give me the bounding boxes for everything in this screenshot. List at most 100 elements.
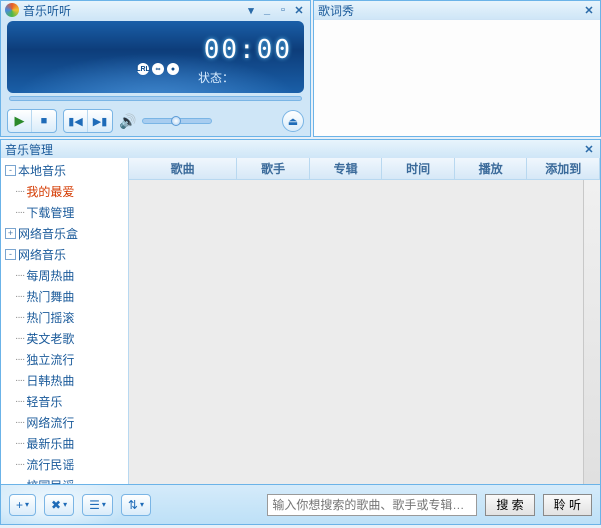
tree-connector-icon: ···· <box>15 333 24 344</box>
tree-connector-icon: ···· <box>15 375 24 386</box>
tree-connector-icon: ···· <box>15 417 24 428</box>
lyrics-body <box>314 19 600 136</box>
tree-connector-icon: ···· <box>15 312 24 323</box>
tree-connector-icon: ···· <box>15 207 24 218</box>
tree-child-label: 独立流行 <box>26 351 74 368</box>
delete-button[interactable]: ✖▾ <box>44 494 74 516</box>
lyrics-panel: 歌词秀 ✕ <box>313 0 601 137</box>
tree-label: 网络音乐 <box>18 246 66 263</box>
tree-child[interactable]: ····每周热曲 <box>1 265 128 286</box>
search-button[interactable]: 搜 索 <box>485 494 534 516</box>
tree-connector-icon: ···· <box>15 186 24 197</box>
tree-connector-icon: ···· <box>15 459 24 470</box>
collapse-icon[interactable]: - <box>5 165 16 176</box>
tree-child[interactable]: ····我的最爱 <box>1 181 128 202</box>
tree-child[interactable]: ····独立流行 <box>1 349 128 370</box>
tree-child[interactable]: ····日韩热曲 <box>1 370 128 391</box>
progress-bar[interactable] <box>9 96 302 101</box>
tree-node[interactable]: +网络音乐盒 <box>1 223 128 244</box>
next-button[interactable]: ▶▮ <box>88 110 112 132</box>
column-header[interactable]: 时间 <box>382 158 455 179</box>
list-pane: 歌曲歌手专辑时间播放添加到 <box>129 158 600 484</box>
indicator-lrl[interactable]: LRL <box>137 63 149 75</box>
mgmt-close-icon[interactable]: ✕ <box>582 142 596 156</box>
tree-child[interactable]: ····最新乐曲 <box>1 433 128 454</box>
volume-slider[interactable] <box>142 118 212 124</box>
tree-child-label: 轻音乐 <box>26 393 62 410</box>
column-header[interactable]: 歌曲 <box>129 158 237 179</box>
tree-connector-icon: ···· <box>15 480 24 484</box>
restore-icon[interactable]: ▫ <box>276 3 290 17</box>
tree-child-label: 热门舞曲 <box>26 288 74 305</box>
list-body[interactable] <box>129 180 600 484</box>
tree-child-label: 日韩热曲 <box>26 372 74 389</box>
volume-thumb[interactable] <box>171 116 181 126</box>
tree-child[interactable]: ····热门舞曲 <box>1 286 128 307</box>
tree-child-label: 流行民谣 <box>26 456 74 473</box>
player-panel: 音乐听听 ▾ _ ▫ ✕ LRL ∞ ● 00:00 状态： <box>0 0 311 137</box>
column-header[interactable]: 添加到 <box>527 158 600 179</box>
expand-icon[interactable]: + <box>5 228 16 239</box>
tree-child[interactable]: ····网络流行 <box>1 412 128 433</box>
status-label: 状态： <box>198 69 234 86</box>
tree-label: 网络音乐盒 <box>18 225 78 242</box>
tree-connector-icon: ···· <box>15 438 24 449</box>
list-button[interactable]: ☰▾ <box>82 494 113 516</box>
column-header[interactable]: 歌手 <box>237 158 310 179</box>
indicator-dot[interactable]: ● <box>167 63 179 75</box>
prev-button[interactable]: ▮◀ <box>64 110 88 132</box>
play-button[interactable]: ▶ <box>8 110 32 132</box>
player-indicators: LRL ∞ ● <box>137 63 179 75</box>
mgmt-title: 音乐管理 <box>5 141 53 158</box>
app-logo-icon <box>5 3 19 17</box>
mgmt-title-bar: 音乐管理 ✕ <box>1 140 600 158</box>
player-title-bar: 音乐听听 ▾ _ ▫ ✕ <box>1 1 310 19</box>
volume-icon[interactable]: 🔊 <box>119 113 136 130</box>
tree-child[interactable]: ····轻音乐 <box>1 391 128 412</box>
tree-child[interactable]: ····下载管理 <box>1 202 128 223</box>
search-input[interactable] <box>267 494 477 516</box>
menu-toggle-icon[interactable]: ▾ <box>244 3 258 17</box>
lyrics-title-bar: 歌词秀 ✕ <box>314 1 600 19</box>
tree-child-label: 英文老歌 <box>26 330 74 347</box>
lyrics-close-icon[interactable]: ✕ <box>582 3 596 17</box>
indicator-loop[interactable]: ∞ <box>152 63 164 75</box>
bottom-bar: +▾ ✖▾ ☰▾ ⇅▾ 搜 索 聆 听 <box>0 485 601 525</box>
tree-child-label: 网络流行 <box>26 414 74 431</box>
tree-child-label: 校园民谣 <box>26 477 74 484</box>
sort-button[interactable]: ⇅▾ <box>121 494 151 516</box>
tree-child[interactable]: ····热门摇滚 <box>1 307 128 328</box>
minimize-icon[interactable]: _ <box>260 3 274 17</box>
time-display: 00:00 <box>204 35 292 65</box>
tree-connector-icon: ···· <box>15 291 24 302</box>
column-header[interactable]: 播放 <box>455 158 528 179</box>
tree-child-label: 下载管理 <box>26 204 74 221</box>
add-button[interactable]: +▾ <box>9 494 36 516</box>
list-header: 歌曲歌手专辑时间播放添加到 <box>129 158 600 180</box>
tree-node[interactable]: -网络音乐 <box>1 244 128 265</box>
collapse-icon[interactable]: - <box>5 249 16 260</box>
tree-pane[interactable]: -本地音乐····我的最爱····下载管理+网络音乐盒-网络音乐····每周热曲… <box>1 158 129 484</box>
tree-child-label: 我的最爱 <box>26 183 74 200</box>
tree-connector-icon: ···· <box>15 396 24 407</box>
tree-child[interactable]: ····校园民谣 <box>1 475 128 484</box>
player-display: LRL ∞ ● 00:00 状态： <box>7 21 304 93</box>
music-management-panel: 音乐管理 ✕ -本地音乐····我的最爱····下载管理+网络音乐盒-网络音乐·… <box>0 139 601 485</box>
stop-button[interactable]: ■ <box>32 110 56 132</box>
tree-child-label: 每周热曲 <box>26 267 74 284</box>
listen-button[interactable]: 聆 听 <box>543 494 592 516</box>
player-controls: ▶ ■ ▮◀ ▶▮ 🔊 ⏏ <box>7 107 304 135</box>
player-title: 音乐听听 <box>23 2 71 19</box>
eject-button[interactable]: ⏏ <box>282 110 304 132</box>
close-icon[interactable]: ✕ <box>292 3 306 17</box>
tree-child[interactable]: ····流行民谣 <box>1 454 128 475</box>
tree-node[interactable]: -本地音乐 <box>1 160 128 181</box>
tree-child-label: 最新乐曲 <box>26 435 74 452</box>
tree-label: 本地音乐 <box>18 162 66 179</box>
tree-connector-icon: ···· <box>15 270 24 281</box>
lyrics-title: 歌词秀 <box>318 2 354 19</box>
tree-connector-icon: ···· <box>15 354 24 365</box>
tree-child-label: 热门摇滚 <box>26 309 74 326</box>
tree-child[interactable]: ····英文老歌 <box>1 328 128 349</box>
column-header[interactable]: 专辑 <box>310 158 383 179</box>
